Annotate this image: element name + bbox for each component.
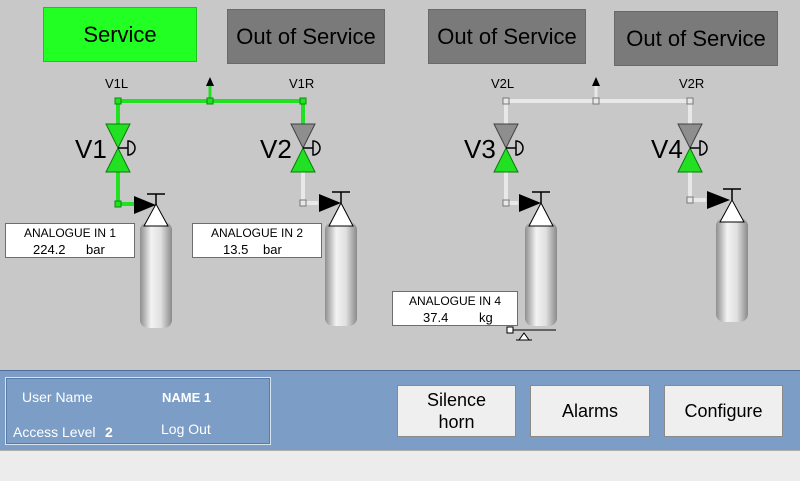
pipe-label-v2r: V2R [679, 76, 704, 91]
valve-label-v4: V4 [651, 134, 683, 164]
scale-icon [506, 326, 556, 341]
pipe-label-v1r: V1R [289, 76, 314, 91]
silence-horn-button[interactable]: Silence horn [397, 385, 516, 437]
access-level-label: Access Level [13, 424, 96, 440]
valve-label-v3: V3 [464, 134, 496, 164]
analogue-in-4-unit: kg [479, 310, 493, 325]
pipe-label-v1l: V1L [105, 76, 128, 91]
user-name-label: User Name [22, 389, 93, 405]
analogue-in-4-value: 37.4 [423, 310, 449, 325]
analogue-in-2-title: ANALOGUE IN 2 [210, 226, 304, 240]
silence-horn-label: Silence horn [426, 390, 487, 432]
valve-label-v2: V2 [260, 134, 292, 164]
analogue-in-2-unit: bar [263, 242, 282, 257]
user-name-value: NAME 1 [162, 390, 212, 405]
valve-v1[interactable] [105, 123, 136, 173]
alarms-label: Alarms [561, 401, 618, 421]
analogue-in-1-unit: bar [86, 242, 105, 257]
valve-v3[interactable] [493, 123, 524, 173]
analogue-in-1-title: ANALOGUE IN 1 [23, 226, 117, 240]
analogue-in-2: ANALOGUE IN 2 13.5 bar [192, 223, 322, 258]
alarms-button[interactable]: Alarms [530, 385, 650, 437]
gas-cylinder-1 [134, 193, 172, 328]
valve-label-v1: V1 [75, 134, 107, 164]
pipe-label-v2l: V2L [491, 76, 514, 91]
analogue-in-2-value: 13.5 [223, 242, 249, 257]
analogue-in-4-title: ANALOGUE IN 4 [408, 294, 502, 308]
configure-label: Configure [684, 401, 763, 421]
status-bar [0, 450, 800, 481]
configure-button[interactable]: Configure [664, 385, 783, 437]
gas-cylinder-3 [519, 191, 557, 326]
logout-link[interactable]: Log Out [161, 421, 211, 437]
gas-cylinder-2 [319, 191, 357, 326]
user-panel: User Name NAME 1 Access Level 2 Log Out [5, 377, 271, 445]
analogue-in-1-value: 224.2 [33, 242, 66, 257]
gas-cylinder-4 [707, 188, 748, 322]
analogue-in-1: ANALOGUE IN 1 224.2 bar [5, 223, 135, 258]
access-level-value: 2 [105, 424, 113, 440]
valve-v2[interactable] [290, 123, 321, 173]
analogue-in-4: ANALOGUE IN 4 37.4 kg [392, 291, 518, 326]
